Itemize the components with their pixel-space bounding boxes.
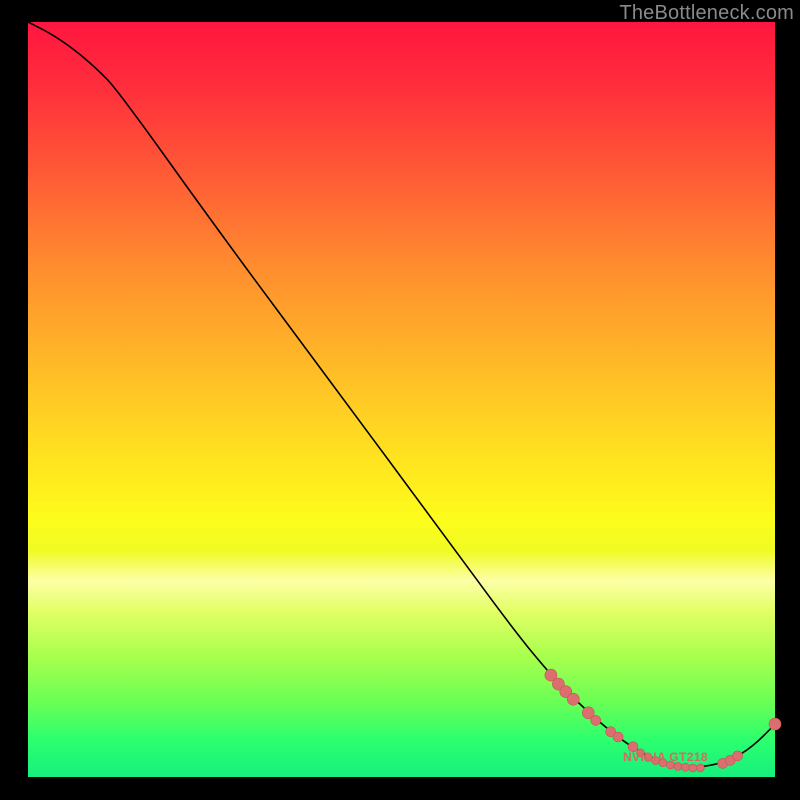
data-point [681, 763, 689, 771]
data-point [613, 732, 623, 742]
bottleneck-curve [28, 22, 775, 767]
chart-stage: NVIDIA GT218 TheBottleneck.com [0, 0, 800, 800]
watermark-text: TheBottleneck.com [619, 2, 794, 25]
data-point [689, 764, 697, 772]
data-point [769, 718, 781, 730]
chart-svg [28, 22, 775, 777]
series-label: NVIDIA GT218 [623, 750, 708, 764]
data-point [733, 751, 743, 761]
data-point [567, 693, 579, 705]
data-point [696, 764, 704, 772]
plot-area: NVIDIA GT218 [28, 22, 775, 777]
data-point [591, 715, 601, 725]
